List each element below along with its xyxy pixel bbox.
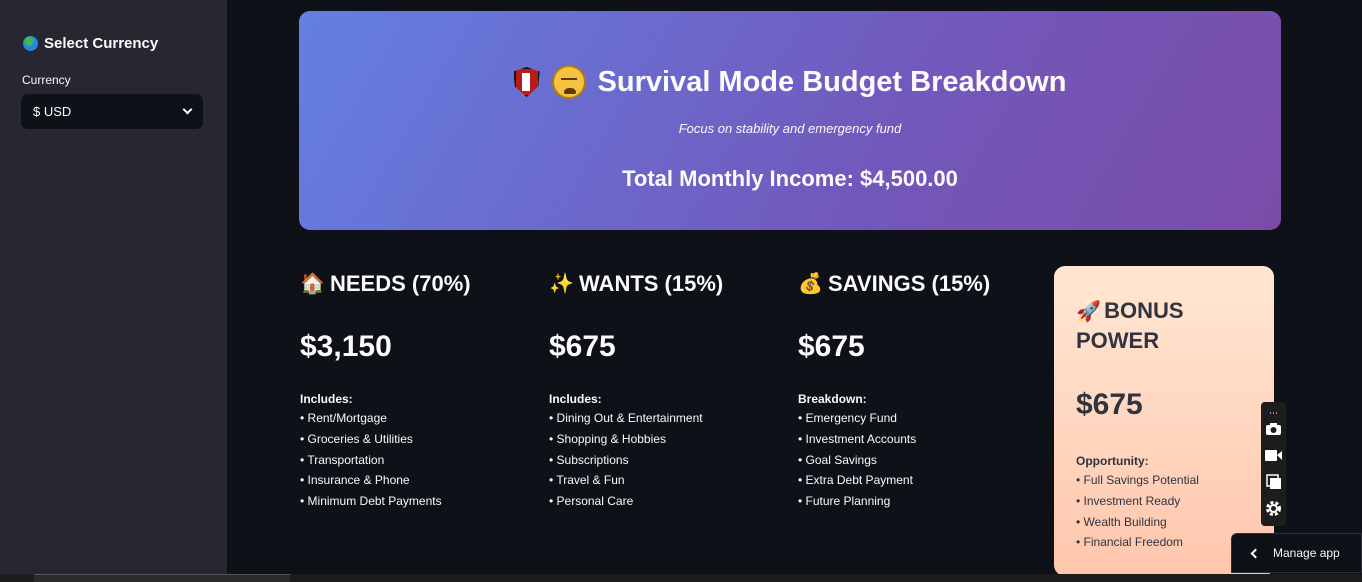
list-item: • Extra Debt Payment	[798, 473, 913, 488]
list-item: • Transportation	[300, 452, 385, 467]
savings-amount: $675	[798, 330, 865, 363]
total-income: Total Monthly Income: $4,500.00	[622, 166, 958, 191]
chevron-down-icon	[182, 104, 193, 115]
list-item: • Wealth Building	[1076, 514, 1167, 529]
sparkles-icon: ✨	[549, 273, 574, 295]
page-title: Survival Mode Budget Breakdown	[299, 65, 1281, 99]
list-item: • Financial Freedom	[1076, 535, 1183, 550]
currency-select[interactable]: $ USD	[21, 94, 203, 129]
currency-label: Currency	[22, 73, 71, 87]
wants-heading: ✨ WANTS (15%)	[549, 268, 779, 300]
chevron-left-icon	[1250, 548, 1261, 558]
savings-column: 💰 SAVINGS (15%) $675 Breakdown: • Emerge…	[798, 268, 1028, 512]
needs-amount: $3,150	[300, 330, 392, 363]
bonus-heading: 🚀 BONUS POWER	[1076, 296, 1252, 356]
needs-heading: 🏠 NEEDS (70%)	[300, 268, 530, 300]
list-item: • Travel & Fun	[549, 473, 625, 488]
list-item: • Investment Ready	[1076, 493, 1181, 508]
money-bag-icon: 💰	[798, 273, 823, 295]
bonus-list: • Full Savings Potential • Investment Re…	[1076, 470, 1252, 553]
list-item: • Subscriptions	[549, 452, 629, 467]
sidebar: Select Currency Currency $ USD	[0, 0, 227, 582]
needs-sub: Includes:	[300, 392, 353, 406]
house-icon: 🏠	[300, 273, 325, 295]
camera-icon[interactable]	[1264, 422, 1283, 440]
sidebar-title: Select Currency	[23, 35, 158, 52]
wants-sub: Includes:	[549, 392, 602, 406]
list-item: • Groceries & Utilities	[300, 431, 413, 446]
list-item: • Rent/Mortgage	[300, 411, 387, 425]
bonus-card: 🚀 BONUS POWER $675 Opportunity: • Full S…	[1054, 266, 1274, 576]
bonus-heading-line1: BONUS	[1104, 298, 1184, 323]
page-title-text: Survival Mode Budget Breakdown	[597, 65, 1067, 98]
list-item: • Shopping & Hobbies	[549, 431, 666, 446]
wants-heading-text: WANTS (15%)	[579, 271, 724, 296]
list-item: • Full Savings Potential	[1076, 473, 1199, 487]
needs-heading-text: NEEDS (70%)	[330, 271, 471, 296]
list-item: • Insurance & Phone	[300, 473, 410, 488]
copy-icon[interactable]	[1264, 474, 1283, 492]
list-item: • Minimum Debt Payments	[300, 494, 442, 509]
needs-list: • Rent/Mortgage • Groceries & Utilities …	[300, 408, 530, 512]
os-taskbar	[0, 574, 1362, 582]
manage-app-button[interactable]: Manage app	[1231, 533, 1362, 573]
video-icon[interactable]	[1264, 448, 1283, 466]
list-item: • Dining Out & Entertainment	[549, 411, 703, 425]
savings-heading: 💰 SAVINGS (15%)	[798, 268, 1028, 300]
savings-sub: Breakdown:	[798, 392, 867, 406]
list-item: • Future Planning	[798, 494, 891, 509]
weary-face-icon	[551, 65, 586, 99]
shield-icon	[513, 67, 540, 97]
currency-select-value: $ USD	[33, 104, 72, 119]
sidebar-title-text: Select Currency	[44, 35, 159, 52]
page-subtitle: Focus on stability and emergency fund	[678, 121, 902, 136]
bonus-amount: $675	[1076, 388, 1143, 421]
list-item: • Personal Care	[549, 494, 634, 509]
rocket-icon: 🚀	[1076, 301, 1101, 323]
wants-list: • Dining Out & Entertainment • Shopping …	[549, 408, 779, 512]
bonus-heading-line2: POWER	[1076, 328, 1160, 353]
list-item: • Emergency Fund	[798, 411, 897, 425]
capture-toolbar: ⋯	[1261, 402, 1286, 526]
more-icon[interactable]: ⋯	[1264, 404, 1283, 422]
list-item: • Investment Accounts	[798, 431, 917, 446]
list-item: • Goal Savings	[798, 452, 877, 467]
wants-column: ✨ WANTS (15%) $675 Includes: • Dining Ou…	[549, 268, 779, 512]
manage-app-label: Manage app	[1273, 546, 1340, 560]
gear-icon[interactable]	[1264, 500, 1283, 518]
savings-list: • Emergency Fund • Investment Accounts •…	[798, 408, 1028, 512]
hero-banner: Survival Mode Budget Breakdown Focus on …	[299, 11, 1281, 230]
wants-amount: $675	[549, 330, 616, 363]
taskbar-search[interactable]	[34, 574, 290, 582]
savings-heading-text: SAVINGS (15%)	[828, 271, 991, 296]
globe-icon	[23, 36, 38, 51]
bonus-sub: Opportunity:	[1076, 454, 1149, 468]
needs-column: 🏠 NEEDS (70%) $3,150 Includes: • Rent/Mo…	[300, 268, 530, 512]
